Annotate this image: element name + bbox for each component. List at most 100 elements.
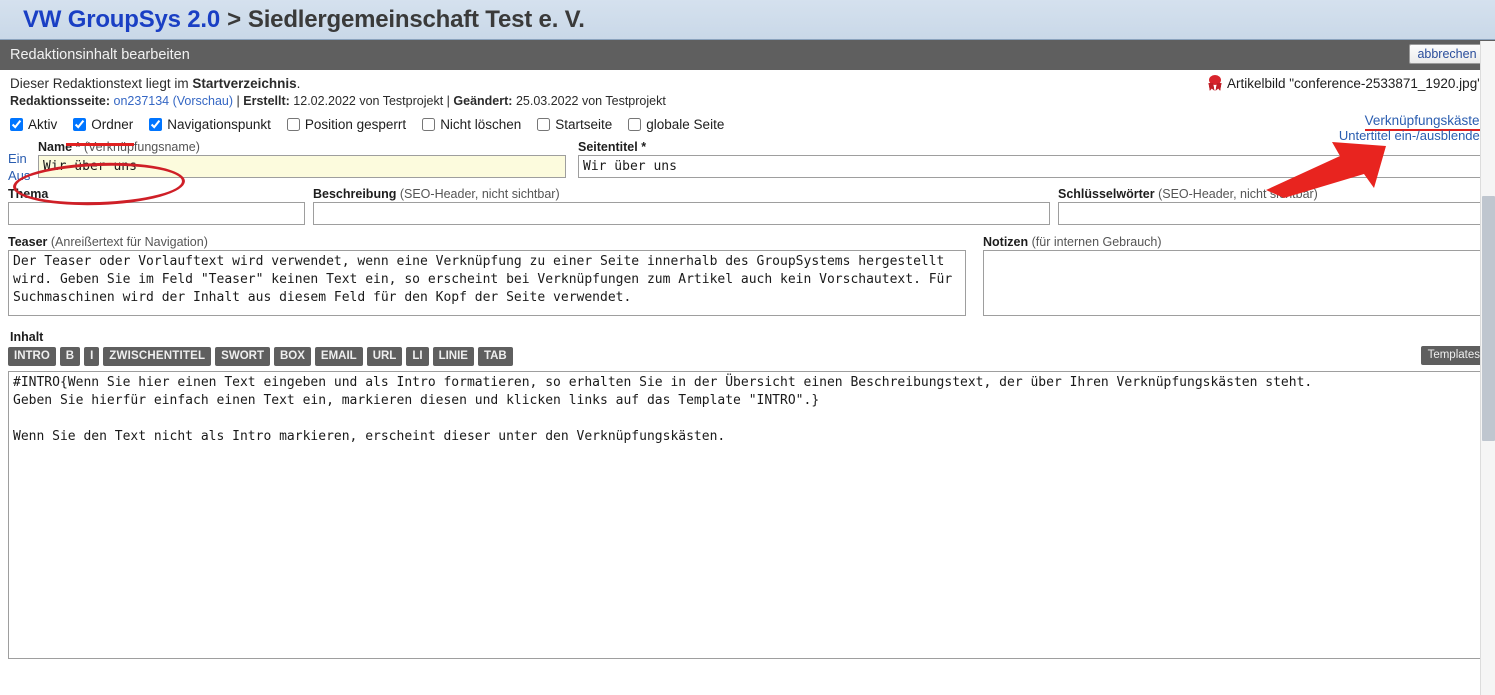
checkbox-position-gesperrt[interactable]: Position gesperrt bbox=[286, 117, 407, 132]
name-label-dim: (Verknüpfungsname) bbox=[83, 140, 200, 154]
notizen-label-bold: Notizen bbox=[983, 235, 1029, 249]
article-image-info: Artikelbild "conference-2533871_1920.jpg… bbox=[1208, 75, 1482, 91]
directory-info-prefix: Dieser Redaktionstext liegt im bbox=[10, 76, 193, 91]
checkbox-position-gesperrt-input[interactable] bbox=[286, 118, 300, 131]
teaser-label: Teaser (Anreißertext für Navigation) bbox=[8, 235, 966, 249]
directory-name: Startverzeichnis bbox=[192, 76, 297, 91]
checkbox-aktiv-label: Aktiv bbox=[28, 117, 58, 132]
checkbox-navigationspunkt[interactable]: Navigationspunkt bbox=[149, 117, 271, 132]
brand-separator: > bbox=[227, 5, 241, 33]
meta-info: Redaktionsseite: on237134 (Vorschau) | E… bbox=[10, 94, 1485, 108]
checkbox-navigationspunkt-label: Navigationspunkt bbox=[167, 117, 271, 132]
page-root: VW GroupSys 2.0 > Siedlergemeinschaft Te… bbox=[0, 0, 1495, 695]
beschreibung-field-group: Beschreibung (SEO-Header, nicht sichtbar… bbox=[313, 187, 1050, 225]
content-toolbar: INTRO B I ZWISCHENTITEL SWORT BOX EMAIL … bbox=[8, 346, 1487, 366]
info-row: Dieser Redaktionstext liegt im Startverz… bbox=[0, 70, 1495, 108]
inhalt-textarea[interactable]: #INTRO{Wenn Sie hier einen Text eingeben… bbox=[8, 371, 1487, 659]
checkbox-ordner[interactable]: Ordner bbox=[73, 117, 133, 132]
section-title-bar: Redaktionsinhalt bearbeiten abbrechen bbox=[0, 40, 1495, 70]
name-label-bold: Name * bbox=[38, 140, 81, 154]
checkbox-nicht-loeschen-label: Nicht löschen bbox=[440, 117, 522, 132]
ein-link[interactable]: Ein bbox=[8, 150, 30, 167]
checkbox-aktiv-input[interactable] bbox=[10, 118, 23, 131]
toolbar-button-zwischentitel[interactable]: ZWISCHENTITEL bbox=[103, 346, 212, 366]
checkbox-nicht-loeschen[interactable]: Nicht löschen bbox=[422, 117, 521, 132]
seo-row: Thema Beschreibung (SEO-Header, nicht si… bbox=[8, 187, 1487, 225]
schluesselwoerter-label: Schlüsselwörter (SEO-Header, nicht sicht… bbox=[1058, 187, 1487, 201]
preview-page-link[interactable]: on237134 (Vorschau) bbox=[114, 94, 234, 108]
schluesselwoerter-label-bold: Schlüsselwörter bbox=[1058, 187, 1155, 201]
beschreibung-input[interactable] bbox=[313, 202, 1050, 225]
checkbox-navigationspunkt-input[interactable] bbox=[149, 118, 163, 131]
brand-bar: VW GroupSys 2.0 > Siedlergemeinschaft Te… bbox=[0, 0, 1495, 40]
checkbox-globale-seite-label: globale Seite bbox=[646, 117, 725, 132]
toolbar-button-box[interactable]: BOX bbox=[273, 346, 311, 366]
toolbar-button-tab[interactable]: TAB bbox=[477, 346, 513, 366]
toolbar-button-url[interactable]: URL bbox=[366, 346, 403, 366]
cancel-button[interactable]: abbrechen bbox=[1409, 44, 1485, 64]
schluesselwoerter-input[interactable] bbox=[1058, 202, 1487, 225]
vertical-scrollbar-thumb[interactable] bbox=[1482, 196, 1495, 441]
notizen-textarea[interactable] bbox=[983, 250, 1487, 316]
seitentitel-field-group: Untertitel ein-/ausblenden Seitentitel * bbox=[578, 128, 1487, 178]
toolbar-button-intro[interactable]: INTRO bbox=[8, 346, 56, 366]
form-area: Ein Aus Name * (Verknüpfungsname) Untert… bbox=[0, 128, 1495, 664]
checkbox-globale-seite-input[interactable] bbox=[628, 118, 642, 131]
untertitel-toggle-link[interactable]: Untertitel ein-/ausblenden bbox=[1339, 128, 1487, 143]
directory-info-suffix: . bbox=[296, 76, 301, 91]
ein-aus-toggle: Ein Aus bbox=[8, 150, 30, 184]
checkbox-position-gesperrt-label: Position gesperrt bbox=[304, 117, 407, 132]
checkbox-nicht-loeschen-input[interactable] bbox=[422, 118, 436, 131]
checkbox-startseite-label: Startseite bbox=[555, 117, 613, 132]
schluesselwoerter-field-group: Schlüsselwörter (SEO-Header, nicht sicht… bbox=[1058, 187, 1487, 225]
seitentitel-label-bold: Seitentitel * bbox=[578, 140, 647, 154]
meta-created-label: Erstellt: bbox=[243, 94, 290, 108]
meta-page-label: Redaktionsseite: bbox=[10, 94, 111, 108]
templates-button[interactable]: Templates bbox=[1420, 346, 1487, 365]
meta-changed-label: Geändert: bbox=[453, 94, 513, 108]
teaser-label-bold: Teaser bbox=[8, 235, 48, 249]
checkbox-aktiv[interactable]: Aktiv bbox=[10, 117, 57, 132]
article-image-label: Artikelbild "conference-2533871_1920.jpg… bbox=[1226, 75, 1482, 91]
toolbar-button-email[interactable]: EMAIL bbox=[314, 346, 363, 366]
toolbar-button-linie[interactable]: LINIE bbox=[432, 346, 474, 366]
checkbox-ordner-label: Ordner bbox=[91, 117, 134, 132]
meta-changed-value: 25.03.2022 von Testprojekt bbox=[515, 94, 666, 108]
meta-created-value: 12.02.2022 von Testprojekt bbox=[293, 94, 444, 108]
meta-separator-1: | bbox=[236, 94, 240, 108]
brand-org-title: Siedlergemeinschaft Test e. V. bbox=[247, 5, 585, 33]
brand-app-title: VW GroupSys 2.0 bbox=[23, 5, 221, 33]
toolbar-button-italic[interactable]: I bbox=[84, 346, 100, 366]
notizen-label: Notizen (für internen Gebrauch) bbox=[983, 235, 1487, 249]
beschreibung-label-bold: Beschreibung bbox=[313, 187, 397, 201]
name-input[interactable] bbox=[38, 155, 566, 178]
checkbox-startseite[interactable]: Startseite bbox=[537, 117, 612, 132]
meta-separator-2: | bbox=[446, 94, 450, 108]
notizen-label-dim: (für internen Gebrauch) bbox=[1031, 235, 1162, 249]
teaser-textarea[interactable]: Der Teaser oder Vorlauftext wird verwend… bbox=[8, 250, 966, 316]
checkbox-ordner-input[interactable] bbox=[73, 118, 87, 131]
thema-field-group: Thema bbox=[8, 187, 305, 225]
toolbar-button-swort[interactable]: SWORT bbox=[215, 346, 270, 366]
toolbar-button-bold[interactable]: B bbox=[59, 346, 81, 366]
notizen-field-group: Notizen (für internen Gebrauch) bbox=[983, 235, 1487, 321]
toolbar-button-li[interactable]: LI bbox=[406, 346, 429, 366]
beschreibung-label: Beschreibung (SEO-Header, nicht sichtbar… bbox=[313, 187, 1050, 201]
teaser-field-group: Teaser (Anreißertext für Navigation) Der… bbox=[8, 235, 966, 321]
options-checkbox-row: Aktiv Ordner Navigationspunkt Position g… bbox=[0, 108, 1495, 132]
name-field-group: Name * (Verknüpfungsname) bbox=[38, 140, 566, 178]
seitentitel-input[interactable] bbox=[578, 155, 1487, 178]
vertical-scrollbar[interactable] bbox=[1480, 41, 1495, 695]
name-label: Name * (Verknüpfungsname) bbox=[38, 140, 566, 154]
checkbox-globale-seite[interactable]: globale Seite bbox=[628, 117, 724, 132]
teaser-notes-row: Teaser (Anreißertext für Navigation) Der… bbox=[8, 235, 1487, 321]
beschreibung-label-dim: (SEO-Header, nicht sichtbar) bbox=[399, 187, 560, 201]
teaser-label-dim: (Anreißertext für Navigation) bbox=[50, 235, 208, 249]
aus-link[interactable]: Aus bbox=[8, 167, 30, 184]
checkbox-startseite-input[interactable] bbox=[537, 118, 551, 131]
thema-input[interactable] bbox=[8, 202, 305, 225]
name-title-row: Name * (Verknüpfungsname) Untertitel ein… bbox=[8, 128, 1487, 178]
schluesselwoerter-label-dim: (SEO-Header, nicht sichtbar) bbox=[1158, 187, 1318, 201]
rosette-icon bbox=[1208, 75, 1222, 91]
inhalt-label: Inhalt bbox=[10, 330, 44, 344]
